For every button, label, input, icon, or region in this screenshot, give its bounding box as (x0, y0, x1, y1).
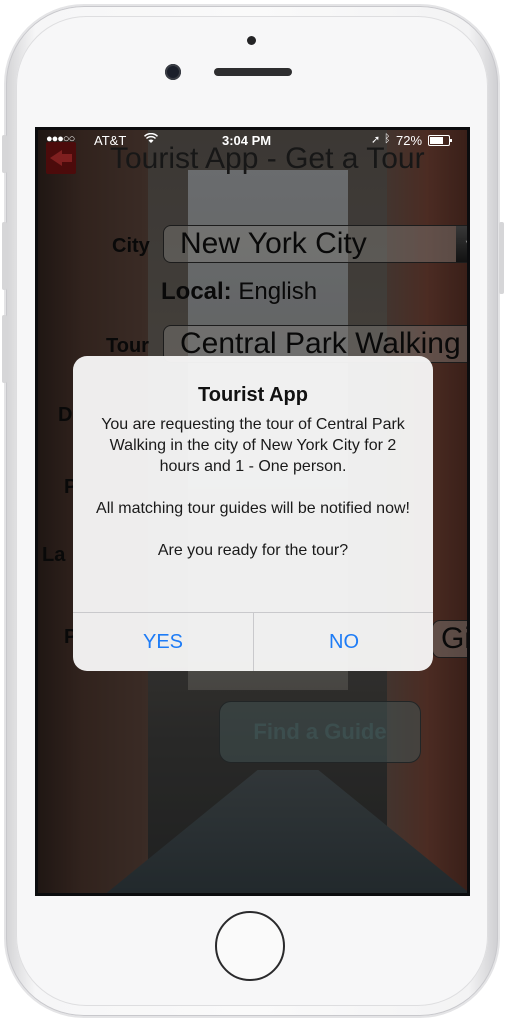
earpiece-speaker (214, 68, 292, 76)
yes-button[interactable]: YES (73, 613, 253, 671)
clock: 3:04 PM (222, 133, 272, 148)
battery-icon (428, 135, 452, 146)
signal-strength: ●●●○○ (46, 133, 75, 145)
status-bar: ●●●○○ AT&T 3:04 PM ➚ ᛒ 72% (38, 130, 467, 150)
volume-up-button (2, 222, 7, 290)
alert-dialog: Tourist App You are requesting the tour … (73, 356, 433, 671)
battery-percent: 72% (396, 133, 423, 148)
location-arrow-icon: ➚ (371, 134, 381, 146)
home-button[interactable] (215, 911, 285, 981)
volume-down-button (2, 315, 7, 383)
proximity-sensor (247, 36, 256, 45)
mute-switch (2, 135, 7, 173)
front-camera (165, 64, 181, 80)
power-button (499, 222, 504, 294)
alert-message: You are requesting the tour of Central P… (96, 416, 410, 559)
wifi-icon (143, 132, 159, 147)
no-button[interactable]: NO (254, 613, 433, 671)
carrier-name: AT&T (94, 133, 127, 148)
alert-title: Tourist App (198, 384, 308, 406)
bluetooth-icon: ᛒ (384, 133, 391, 145)
